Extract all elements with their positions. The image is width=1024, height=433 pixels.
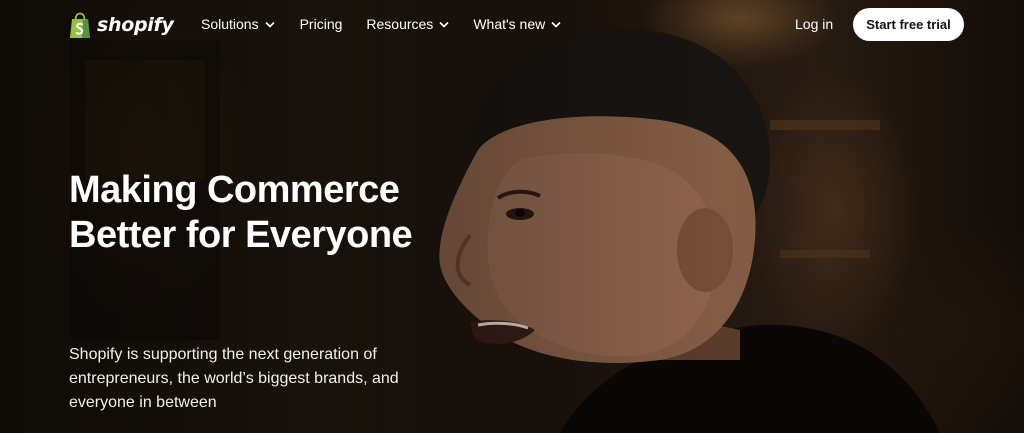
chevron-down-icon	[551, 21, 561, 28]
nav-item-pricing[interactable]: Pricing	[300, 16, 343, 32]
nav-item-label: Solutions	[201, 16, 259, 32]
top-navigation: shopify Solutions Pricing Resources What…	[0, 0, 1024, 50]
hero-subheading: Shopify is supporting the next generatio…	[69, 346, 399, 411]
shopify-logo[interactable]: shopify	[68, 11, 174, 39]
nav-item-label: Pricing	[299, 16, 343, 32]
nav-item-resources[interactable]: Resources	[366, 16, 449, 32]
main-menu: Solutions Pricing Resources What's new	[201, 16, 585, 32]
chevron-down-icon	[439, 21, 449, 28]
nav-item-whats-new[interactable]: What's new	[473, 16, 561, 32]
brand-wordmark: shopify	[97, 14, 174, 36]
nav-item-label: Resources	[366, 16, 434, 32]
chevron-down-icon	[265, 21, 275, 28]
nav-item-label: What's new	[473, 16, 546, 32]
hero-section: shopify Solutions Pricing Resources What…	[0, 0, 1024, 433]
shopping-bag-icon	[70, 12, 90, 38]
hero-headline: Making Commerce Better for Everyone	[69, 169, 413, 256]
nav-item-solutions[interactable]: Solutions	[201, 16, 275, 32]
start-free-trial-button[interactable]: Start free trial	[853, 8, 964, 41]
login-link[interactable]: Log in	[795, 16, 833, 32]
